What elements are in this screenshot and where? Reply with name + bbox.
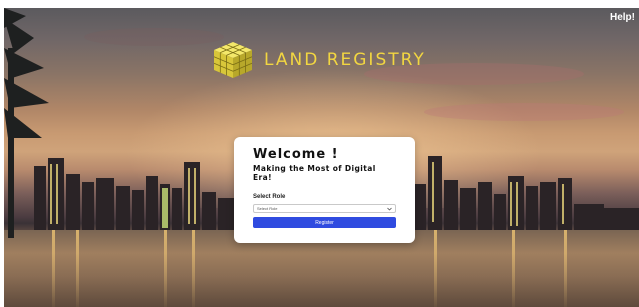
welcome-subtitle: Making the Most of Digital Era!: [253, 164, 376, 182]
light-reflection: [512, 230, 515, 307]
chevron-down-icon: [387, 207, 392, 211]
login-card: Welcome ! Making the Most of Digital Era…: [234, 137, 415, 243]
light-reflection: [76, 230, 79, 307]
role-select[interactable]: Select Role: [253, 204, 396, 213]
light-reflection: [564, 230, 567, 307]
brand-name: LAND REGISTRY: [264, 50, 426, 70]
role-select-value: Select Role: [257, 206, 278, 211]
palm-tree: [4, 8, 49, 238]
help-link[interactable]: Help!: [610, 12, 635, 23]
light-reflection: [52, 230, 55, 307]
register-button[interactable]: Register: [253, 217, 396, 228]
light-reflection: [192, 230, 195, 307]
welcome-title: Welcome !: [253, 147, 339, 162]
cloud: [424, 103, 624, 121]
brand-logo: LAND REGISTRY: [212, 40, 426, 80]
light-reflection: [164, 230, 167, 307]
role-label: Select Role: [253, 194, 286, 200]
cube-logo-icon: [213, 42, 253, 78]
cloud: [84, 28, 224, 46]
light-reflection: [434, 230, 437, 307]
